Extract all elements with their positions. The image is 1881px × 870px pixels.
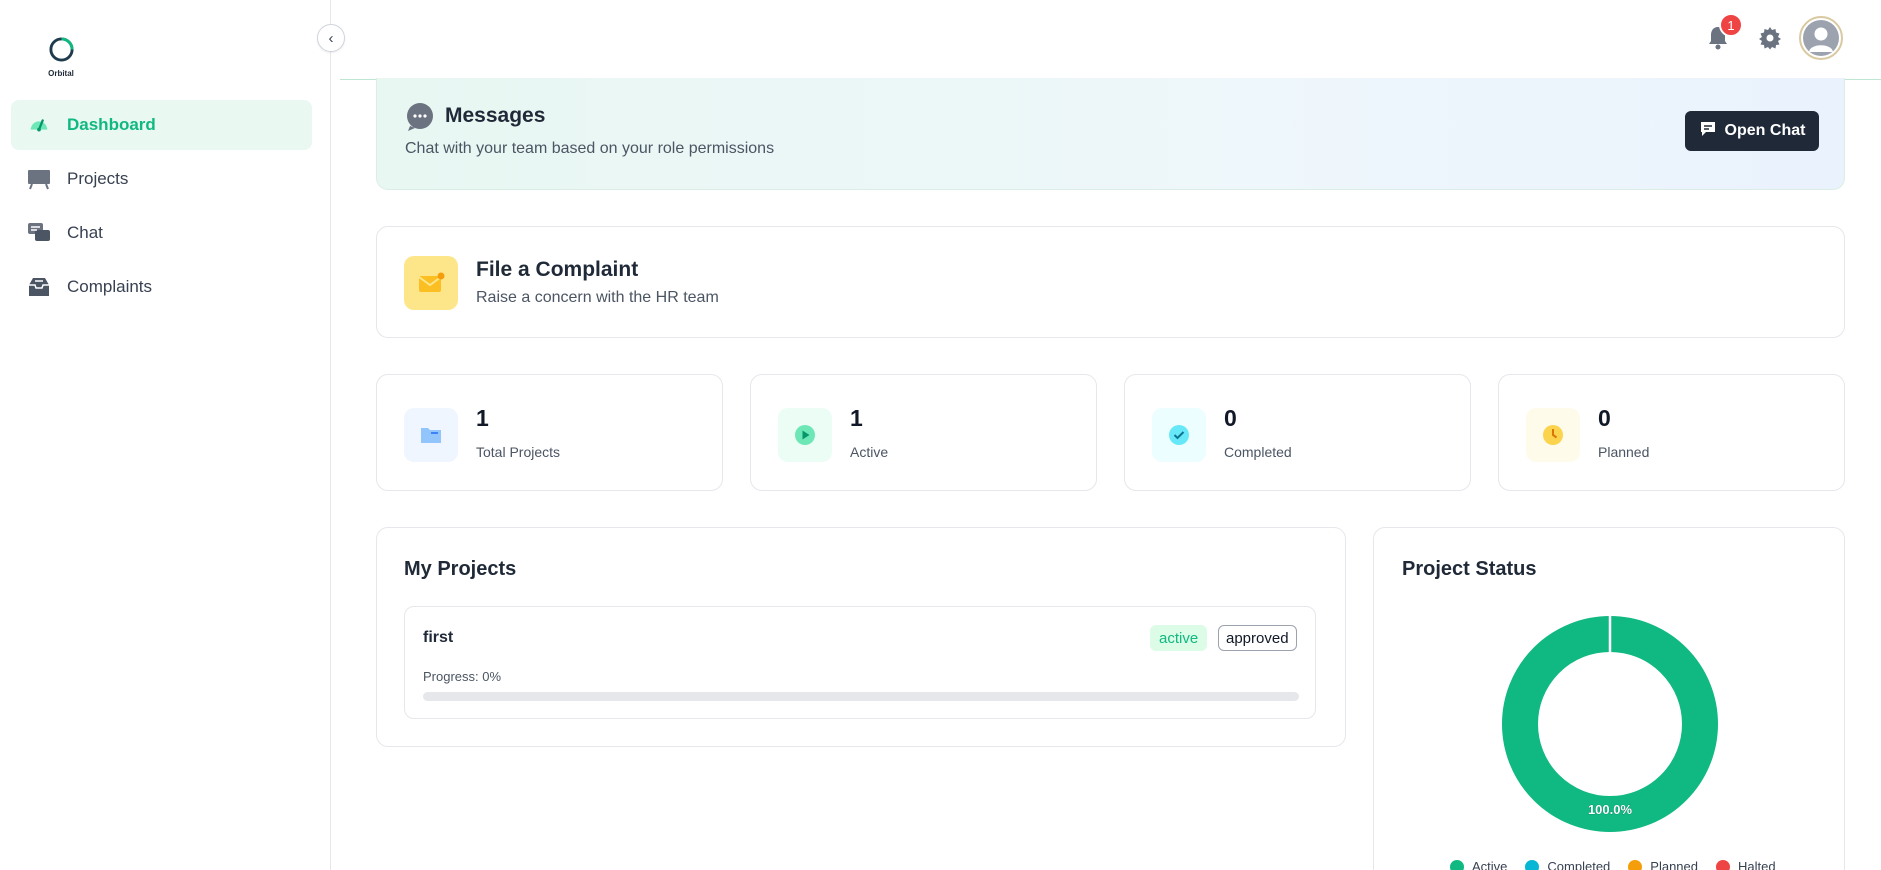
chat-bubbles-icon bbox=[27, 221, 51, 245]
stat-label: Completed bbox=[1224, 444, 1292, 460]
project-list-item[interactable]: first active approved Progress: 0% bbox=[404, 606, 1316, 719]
sidebar: Orbital Dashboard Projects Chat Complain… bbox=[0, 0, 331, 870]
stat-value: 0 bbox=[1224, 405, 1237, 431]
dashboard-gauge-icon bbox=[27, 113, 51, 137]
legend-item-completed[interactable]: Completed bbox=[1525, 859, 1610, 870]
clock-icon bbox=[1526, 408, 1580, 462]
project-status-card: Project Status 100.0% Active Completed Pla… bbox=[1373, 527, 1845, 870]
project-approval-badge: approved bbox=[1218, 625, 1297, 651]
stat-value: 1 bbox=[476, 405, 489, 431]
top-header bbox=[340, 0, 1881, 80]
open-chat-label: Open Chat bbox=[1724, 122, 1806, 139]
stat-card-total-projects: 1 Total Projects bbox=[376, 374, 723, 491]
sidebar-item-projects[interactable]: Projects bbox=[11, 154, 312, 204]
app-logo[interactable]: Orbital bbox=[44, 36, 78, 78]
envelope-icon bbox=[404, 256, 458, 310]
project-progress-label: Progress: 0% bbox=[423, 669, 502, 684]
project-progress-bar bbox=[423, 692, 1299, 701]
sidebar-item-label: Dashboard bbox=[67, 115, 156, 134]
logo-text: Orbital bbox=[48, 69, 74, 78]
chart-legend: Active Completed Planned Halted bbox=[1450, 859, 1776, 870]
stat-value: 1 bbox=[850, 405, 863, 431]
open-chat-button[interactable]: Open Chat bbox=[1685, 111, 1819, 151]
stat-label: Active bbox=[850, 444, 889, 460]
legend-item-active[interactable]: Active bbox=[1450, 859, 1507, 870]
stat-label: Planned bbox=[1598, 444, 1650, 460]
messages-card: Messages Chat with your team based on yo… bbox=[376, 78, 1845, 190]
messages-subtitle: Chat with your team based on your role p… bbox=[405, 140, 775, 157]
chevron-left-icon: ‹ bbox=[328, 29, 334, 47]
sidebar-nav: Dashboard Projects Chat Complaints bbox=[11, 100, 312, 316]
project-status-badge: active bbox=[1150, 625, 1208, 651]
messages-title: Messages bbox=[445, 104, 546, 127]
sidebar-item-complaints[interactable]: Complaints bbox=[11, 262, 312, 312]
stat-card-completed: 0 Completed bbox=[1124, 374, 1471, 491]
user-avatar-icon bbox=[1803, 20, 1839, 56]
notification-badge: 1 bbox=[1719, 13, 1743, 37]
legend-label: Completed bbox=[1547, 859, 1611, 870]
legend-swatch bbox=[1628, 859, 1643, 870]
my-projects-title: My Projects bbox=[404, 558, 517, 580]
play-circle-icon bbox=[778, 408, 832, 462]
legend-swatch bbox=[1450, 859, 1464, 870]
project-status-donut-chart: 100.0% bbox=[1502, 615, 1718, 832]
chat-bubble-icon bbox=[1699, 120, 1717, 143]
folder-icon bbox=[404, 408, 458, 462]
legend-item-planned[interactable]: Planned bbox=[1628, 859, 1698, 870]
check-circle-icon bbox=[1152, 408, 1206, 462]
complaint-subtitle: Raise a concern with the HR team bbox=[476, 289, 719, 306]
sidebar-item-dashboard[interactable]: Dashboard bbox=[11, 100, 312, 150]
pie-data-label: 100.0% bbox=[1588, 802, 1633, 817]
sidebar-item-label: Complaints bbox=[67, 277, 153, 296]
sidebar-item-chat[interactable]: Chat bbox=[11, 208, 312, 258]
sidebar-item-label: Projects bbox=[67, 169, 129, 188]
user-avatar[interactable] bbox=[1799, 16, 1843, 60]
legend-label: Planned bbox=[1650, 859, 1698, 870]
stat-card-planned: 0 Planned bbox=[1498, 374, 1845, 491]
complaint-title: File a Complaint bbox=[476, 258, 639, 281]
orbital-logo-icon bbox=[48, 37, 74, 62]
inbox-tray-icon bbox=[27, 275, 51, 299]
file-complaint-card[interactable]: File a Complaint Raise a concern with th… bbox=[376, 226, 1845, 338]
stat-value: 0 bbox=[1598, 405, 1611, 431]
stat-card-active: 1 Active bbox=[750, 374, 1097, 491]
sidebar-collapse-button[interactable]: ‹ bbox=[317, 24, 345, 52]
legend-label: Active bbox=[1472, 859, 1508, 870]
my-projects-card: My Projects first active approved Progre… bbox=[376, 527, 1346, 747]
pie-slice-active[interactable] bbox=[1502, 616, 1718, 832]
gear-icon[interactable] bbox=[1758, 26, 1782, 50]
stat-label: Total Projects bbox=[476, 444, 561, 460]
legend-swatch bbox=[1716, 859, 1730, 870]
legend-item-halted[interactable]: Halted bbox=[1716, 859, 1776, 870]
legend-swatch bbox=[1525, 859, 1540, 870]
chat-dots-icon bbox=[405, 102, 433, 131]
project-status-title: Project Status bbox=[1402, 558, 1537, 580]
project-name: first bbox=[423, 629, 454, 646]
sidebar-item-label: Chat bbox=[67, 223, 103, 242]
legend-label: Halted bbox=[1738, 859, 1776, 870]
projects-board-icon bbox=[27, 167, 51, 191]
